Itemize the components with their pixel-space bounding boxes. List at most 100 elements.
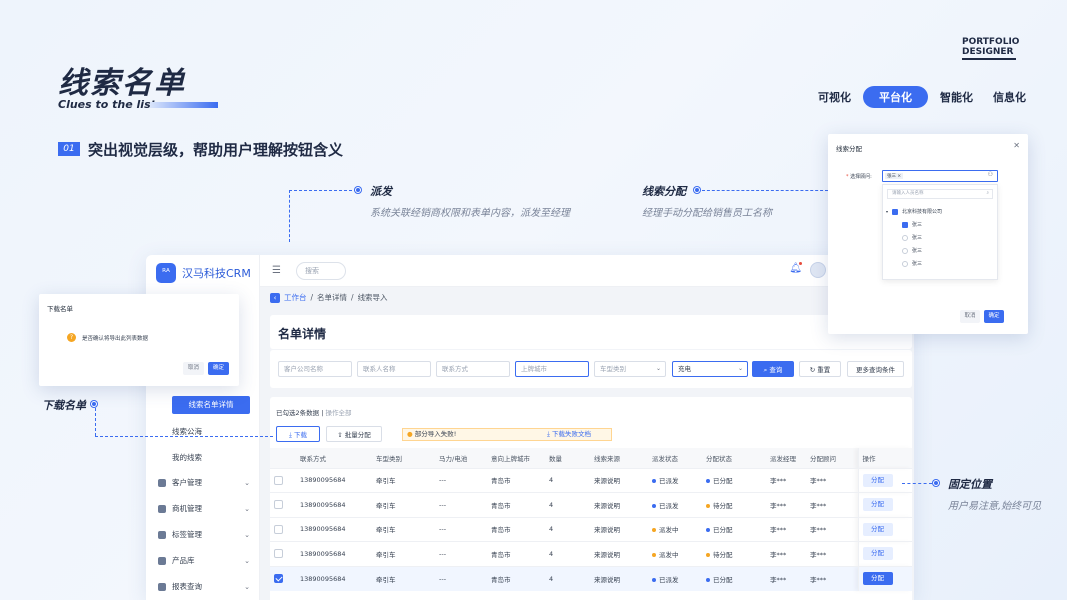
operate-all-link[interactable]: 操作全部 [325, 409, 351, 417]
logo-line-2: DESIGNER [962, 47, 1014, 57]
cell-dispatch-status: 已派发 [648, 467, 702, 493]
row-checkbox[interactable] [274, 524, 283, 534]
close-icon[interactable]: ✕ [1013, 141, 1020, 150]
sidebar-group-customers[interactable]: 客户管理 ⌄ [158, 477, 254, 488]
cell-qty: 4 [545, 541, 590, 566]
page-title: 名单详情 [278, 327, 327, 341]
batch-assign-button[interactable]: ⇪ 批量分配 [326, 426, 382, 442]
cell-source: 来源说明 [590, 541, 648, 566]
clue-table: 联系方式 车型类别 马力/电池 意向上牌城市 数量 线索来源 派发状态 分配状态… [270, 448, 912, 591]
more-filters-button[interactable]: 更多查询条件 [847, 361, 904, 377]
brand-logo-icon: ᴿᴬ [156, 263, 176, 283]
power-value: 充电 [678, 365, 691, 373]
person-name: 张三 [912, 222, 923, 228]
sidebar-item-my-clues[interactable]: 我的线索 [172, 452, 202, 463]
header-actions: 操作 [857, 448, 912, 468]
assign-confirm-button[interactable]: 确定 [984, 310, 1004, 323]
product-icon [158, 556, 166, 565]
reset-button[interactable]: ↻ 重置 [799, 361, 841, 377]
advisor-search-input[interactable]: 请输入人员名称 ⌕ [887, 189, 993, 199]
tree-person-row[interactable]: 张三 [902, 247, 922, 254]
person-checkbox[interactable] [902, 221, 908, 228]
header-assign-status: 分配状态 [702, 448, 766, 468]
row-checkbox[interactable] [274, 549, 283, 559]
row-select-cell [270, 541, 296, 566]
sidebar-group-reports[interactable]: 报表查询 ⌄ [158, 581, 254, 592]
selected-tag[interactable]: 张三 × [885, 173, 904, 179]
tab-platform[interactable]: 平台化 [863, 86, 928, 108]
cell-assign-status: 已分配 [702, 565, 766, 591]
advisor-select[interactable]: 张三 × ⚇ [882, 170, 998, 182]
tree-person-row[interactable]: 张三 [902, 234, 922, 241]
back-icon[interactable]: ‹ [270, 292, 280, 303]
city-filter-input[interactable]: 上牌城市 [515, 361, 589, 377]
cell-power: --- [435, 541, 487, 566]
sidebar-group-products[interactable]: 产品库 ⌄ [158, 555, 254, 566]
sidebar-item-clue-list-detail[interactable]: 线索名单详情 [172, 396, 250, 414]
tab-information[interactable]: 信息化 [985, 86, 1034, 108]
assign-row-button[interactable]: 分配 [862, 522, 893, 536]
brand[interactable]: ᴿᴬ 汉马科技CRM [156, 263, 251, 283]
advisor-label: * 选择顾问: [846, 174, 872, 180]
fixed-dot [933, 480, 939, 486]
download-failed-doc-link[interactable]: ⤓ 下载失败文档 [547, 429, 591, 440]
cell-vehicle-type: 牵引车 [372, 541, 435, 566]
menu-collapse-icon[interactable]: ☰ [272, 265, 281, 276]
cell-city: 青岛市 [487, 467, 545, 493]
dispatch-title: 派发 [370, 185, 392, 198]
assign-row-button[interactable]: 分配 [862, 572, 893, 585]
download-cancel-button[interactable]: 取消 [183, 362, 204, 375]
tab-intelligence[interactable]: 智能化 [932, 86, 981, 108]
power-select[interactable]: 充电 ⌄ [672, 361, 748, 377]
logo-underline [962, 58, 1016, 60]
person-radio[interactable] [902, 234, 908, 241]
cell-vehicle-type: 牵引车 [372, 565, 435, 591]
selected-count: 已勾选2条数据 [276, 409, 320, 417]
avatar[interactable] [810, 262, 826, 278]
cell-vehicle-type: 牵引车 [372, 467, 435, 493]
download-title: 下载名单 [42, 399, 86, 412]
dispatch-connector-v [289, 190, 290, 242]
sidebar-group-tags[interactable]: 标签管理 ⌄ [158, 529, 254, 540]
tree-person-row[interactable]: 张三 [902, 221, 922, 228]
tree-company-row[interactable]: ▾ 北京科技有限公司 [886, 208, 942, 215]
company-checkbox[interactable] [892, 208, 899, 215]
table-row[interactable]: 13890095684 牵引车 --- 青岛市 4 来源说明 已派发 已分配 李*** 李*** 分… [270, 565, 912, 591]
assign-cancel-button[interactable]: 取消 [960, 310, 980, 323]
cell-city: 青岛市 [487, 516, 545, 542]
table-row[interactable]: 13890095684 牵引车 --- 青岛市 4 来源说明 派发中 已分配 李*** 李*** 分… [270, 516, 912, 542]
breadcrumb-home[interactable]: 工作台 [284, 292, 307, 303]
assign-row-button[interactable]: 分配 [862, 473, 893, 487]
cell-advisor: 李*** [806, 541, 858, 566]
download-confirm-button[interactable]: 确定 [208, 362, 229, 375]
dispatch-status-badge: 已派发 [652, 502, 679, 510]
header-source: 线索来源 [590, 448, 648, 468]
phone-filter-input[interactable]: 联系方式 [436, 361, 510, 377]
row-checkbox[interactable] [274, 475, 283, 485]
download-button[interactable]: ⤓ 下载 [276, 426, 320, 442]
opportunity-icon [158, 504, 166, 513]
row-checkbox[interactable] [274, 574, 283, 583]
assign-row-button[interactable]: 分配 [862, 498, 893, 512]
warning-text: 部分导入失败! [414, 430, 457, 438]
tree-person-row[interactable]: 张三 [902, 260, 922, 267]
search-button[interactable]: ⌕ 查询 [752, 361, 794, 377]
breadcrumb-list-detail[interactable]: 名单详情 [317, 292, 347, 303]
company-filter-input[interactable]: 客户公司名称 [278, 361, 352, 377]
filter-panel: 客户公司名称 联系人名称 联系方式 上牌城市 车型类别 ⌄ 充电 ⌄ ⌕ 查询 ↻ … [270, 350, 912, 388]
row-checkbox[interactable] [274, 500, 283, 510]
table-row[interactable]: 13890095684 牵引车 --- 青岛市 4 来源说明 已派发 已分配 李*** 李*** 分… [270, 467, 912, 493]
sidebar-group-opportunities[interactable]: 商机管理 ⌄ [158, 503, 254, 514]
vehicle-type-select[interactable]: 车型类别 ⌄ [594, 361, 666, 377]
assign-row-button[interactable]: 分配 [862, 547, 893, 561]
search-input[interactable]: 搜索 [296, 262, 346, 280]
person-radio[interactable] [902, 260, 908, 267]
person-radio[interactable] [902, 247, 908, 254]
cell-power: --- [435, 467, 487, 493]
table-row[interactable]: 13890095684 牵引车 --- 青岛市 4 来源说明 已派发 待分配 李*** 李*** 分… [270, 492, 912, 517]
tab-visualization[interactable]: 可视化 [810, 86, 859, 108]
hero-subtitle: Clues to the list [58, 98, 156, 111]
table-row[interactable]: 13890095684 牵引车 --- 青岛市 4 来源说明 派发中 待分配 李*** 李*** 分… [270, 541, 912, 566]
contact-filter-input[interactable]: 联系人名称 [357, 361, 431, 377]
warning-icon: ● [407, 430, 415, 438]
